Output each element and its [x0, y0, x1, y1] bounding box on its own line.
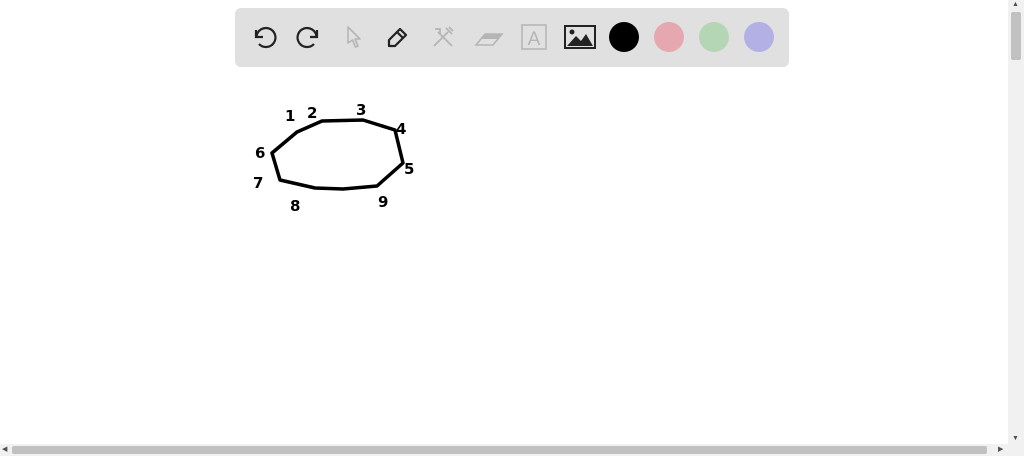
image-icon — [564, 25, 596, 49]
redo-icon — [296, 26, 319, 49]
text-tool-letter: A — [528, 29, 541, 50]
vertex-label-5: 5 — [404, 160, 414, 178]
scroll-left-icon[interactable]: ◀ — [2, 445, 7, 455]
vertex-label-6: 6 — [255, 144, 265, 162]
vertical-scrollbar[interactable]: ▲ ▼ — [1008, 0, 1024, 444]
color-swatch-pink[interactable] — [654, 22, 684, 52]
tools-button[interactable] — [426, 20, 460, 54]
image-button[interactable] — [563, 20, 597, 54]
pen-icon — [387, 27, 408, 48]
vertex-label-7: 7 — [253, 174, 263, 192]
pen-button[interactable] — [381, 20, 415, 54]
toolbar: A — [235, 8, 789, 67]
color-swatch-black[interactable] — [609, 22, 639, 52]
vertical-scroll-thumb[interactable] — [1011, 12, 1021, 60]
vertex-label-2: 2 — [307, 104, 317, 122]
text-icon: A — [521, 24, 547, 50]
eraser-icon — [474, 33, 504, 46]
vertex-label-4: 4 — [396, 120, 406, 138]
redo-button[interactable] — [292, 20, 326, 54]
horizontal-scroll-thumb[interactable] — [12, 446, 987, 454]
vertex-label-1: 1 — [285, 107, 295, 125]
eraser-button[interactable] — [472, 20, 506, 54]
vertex-label-8: 8 — [290, 197, 300, 215]
horizontal-scrollbar[interactable]: ◀ ▶ — [0, 444, 1024, 456]
octagon-stroke — [270, 118, 405, 191]
undo-button[interactable] — [247, 20, 281, 54]
tools-icon — [433, 26, 454, 47]
pointer-icon — [347, 26, 361, 48]
scroll-down-icon[interactable]: ▼ — [1012, 434, 1019, 444]
vertex-label-9: 9 — [378, 193, 388, 211]
undo-icon — [254, 26, 277, 49]
vertex-label-3: 3 — [356, 101, 366, 119]
text-button[interactable]: A — [517, 20, 551, 54]
scroll-up-icon[interactable]: ▲ — [1012, 0, 1019, 10]
color-swatch-green[interactable] — [699, 22, 729, 52]
scroll-right-icon[interactable]: ▶ — [998, 445, 1003, 455]
select-button[interactable] — [337, 20, 371, 54]
color-swatch-purple[interactable] — [744, 22, 774, 52]
